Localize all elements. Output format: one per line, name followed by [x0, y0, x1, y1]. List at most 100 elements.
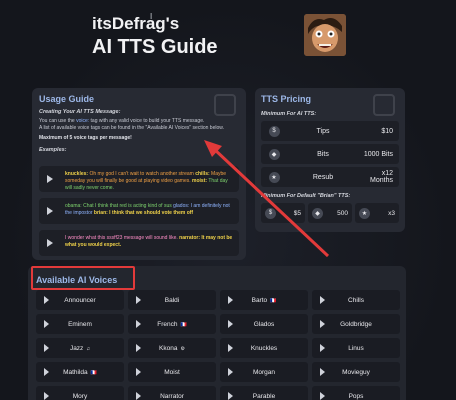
example-text-3: I wonder what this sssff23 message will …	[65, 235, 234, 249]
examples-label: Examples:	[39, 147, 67, 153]
brian-price-value: x3	[388, 209, 395, 217]
usage-guide-title: Usage Guide	[39, 94, 95, 104]
example-segment: I think that we should vote them off	[107, 210, 194, 216]
example-segment: glados:	[173, 203, 190, 209]
voices-title-highlight-box	[31, 266, 135, 290]
example-segment: knuckles:	[65, 171, 89, 177]
brian-price-cell: ◆ 500	[308, 203, 352, 223]
voice-tag-icon: ⚙	[180, 345, 185, 352]
voice-name: Pops	[348, 392, 364, 400]
voice-label: Linus	[312, 345, 400, 352]
voice-item-chills[interactable]: Chills	[312, 290, 400, 310]
voice-item-eminem[interactable]: Eminem	[36, 314, 124, 334]
example-segment: brian:	[93, 210, 108, 216]
example-card-1[interactable]: knuckles: Oh my god I can't wait to watc…	[39, 166, 239, 192]
voice-item-mathilda[interactable]: Mathilda 🇫🇷	[36, 362, 124, 382]
brian-price-cell: ★ x3	[355, 203, 399, 223]
voice-item-moist[interactable]: Moist	[128, 362, 216, 382]
diamond-icon: ◆	[312, 207, 323, 219]
example-segment: Chat I think that red is acting kind of …	[81, 203, 174, 209]
voice-item-barto[interactable]: Barto 🇫🇷	[220, 290, 308, 310]
voice-item-movieguy[interactable]: Movieguy	[312, 362, 400, 382]
voice-item-glados[interactable]: Glados	[220, 314, 308, 334]
voice-name: Kkona	[159, 344, 178, 352]
voice-name: Mory	[72, 392, 88, 400]
brian-price-value: 500	[337, 209, 348, 217]
example-segment: chills:	[195, 171, 210, 177]
voice-label: Narrator	[128, 393, 216, 400]
page-title-line1: itsDefrag's	[92, 14, 180, 33]
brian-price-cell: $ $5	[261, 203, 305, 223]
voice-item-jazz[interactable]: Jazz ♫	[36, 338, 124, 358]
voice-tag-icon: 🇫🇷	[270, 297, 277, 304]
example-segment: obama:	[65, 203, 82, 209]
voice-label: Eminem	[36, 321, 124, 328]
voice-item-knuckles[interactable]: Knuckles	[220, 338, 308, 358]
voice-name: Eminem	[68, 320, 92, 328]
voice-item-french[interactable]: French 🇫🇷	[128, 314, 216, 334]
voice-label: Mory	[36, 393, 124, 400]
voice-name: Movieguy	[342, 368, 370, 376]
usage-guide-panel: Usage Guide Creating Your AI TTS Message…	[32, 88, 246, 260]
price-row-resub: ★ Resub x12 Months	[261, 167, 399, 187]
voice-item-baldi[interactable]: Baldi	[128, 290, 216, 310]
voice-name: Mathilda	[63, 368, 88, 376]
voice-label: Kkona ⚙	[128, 345, 216, 352]
voice-label: Glados	[220, 321, 308, 328]
price-label: Tips	[316, 127, 330, 135]
usage-p1-b: tag with any valid voice to build your T…	[89, 118, 205, 124]
brian-price-value: $5	[293, 209, 301, 217]
voice-label: Movieguy	[312, 369, 400, 376]
price-label: Bits	[317, 150, 329, 158]
voice-label: Chills	[312, 297, 400, 304]
voice-label: Goldbridge	[312, 321, 400, 328]
voice-name: Parable	[252, 392, 276, 400]
voice-item-mory[interactable]: Mory	[36, 386, 124, 400]
example-text-2: obama: Chat I think that red is acting k…	[65, 203, 234, 217]
voice-item-parable[interactable]: Parable	[220, 386, 308, 400]
voice-label: Baldi	[128, 297, 216, 304]
voice-item-goldbridge[interactable]: Goldbridge	[312, 314, 400, 334]
voice-label: French 🇫🇷	[128, 321, 216, 328]
diamond-icon: ◆	[261, 148, 287, 160]
price-label: Resub	[312, 173, 334, 181]
example-segment: I wonder what this sssff23 message will …	[65, 235, 180, 241]
usage-paragraph-2: A list of available voice tags can be fo…	[39, 125, 224, 131]
star-icon: ★	[359, 207, 370, 219]
voice-label: Jazz ♫	[36, 345, 124, 352]
price-row-bits: ◆ Bits 1000 Bits	[261, 144, 399, 164]
voice-item-morgan[interactable]: Morgan	[220, 362, 308, 382]
example-card-2[interactable]: obama: Chat I think that red is acting k…	[39, 198, 239, 224]
usage-p1-a: You can use the	[39, 118, 77, 124]
voice-name: French	[157, 320, 178, 328]
example-segment: Oh my god I can't wait to watch another …	[88, 171, 196, 177]
star-icon: ★	[261, 171, 287, 183]
voice-tag-icon: 🇫🇷	[180, 321, 187, 328]
play-icon[interactable]	[47, 239, 53, 247]
dollar-icon: $	[265, 207, 276, 219]
price-value: 1000 Bits	[363, 150, 393, 158]
example-segment: moist:	[190, 178, 208, 184]
voice-item-kkona[interactable]: Kkona ⚙	[128, 338, 216, 358]
voice-grid: Announcer Baldi Barto 🇫🇷 Chills Eminem French 🇫…	[36, 290, 400, 400]
play-icon[interactable]	[47, 175, 53, 183]
play-icon[interactable]	[47, 207, 53, 215]
example-text-1: knuckles: Oh my god I can't wait to watc…	[65, 171, 234, 192]
page: I itsDefrag's AI TTS Guide Usage Guide C…	[0, 0, 456, 400]
voice-tag-icon: ♫	[86, 345, 91, 352]
voice-item-pops[interactable]: Pops	[312, 386, 400, 400]
voice-name: Chills	[348, 296, 364, 304]
example-card-3[interactable]: I wonder what this sssff23 message will …	[39, 230, 239, 256]
price-value: x12 Months	[370, 170, 393, 184]
voice-item-linus[interactable]: Linus	[312, 338, 400, 358]
voice-name: Goldbridge	[340, 320, 372, 328]
page-title-line2: AI TTS Guide	[92, 36, 218, 58]
voice-item-narrator[interactable]: Narrator	[128, 386, 216, 400]
voice-item-announcer[interactable]: Announcer	[36, 290, 124, 310]
voice-label: Morgan	[220, 369, 308, 376]
brian-price-row: $ $5 ◆ 500 ★ x3	[261, 203, 399, 223]
voice-label: Moist	[128, 369, 216, 376]
example-segment: narrator:	[179, 235, 200, 241]
voice-name: Knuckles	[250, 344, 278, 352]
avatar	[304, 14, 346, 56]
